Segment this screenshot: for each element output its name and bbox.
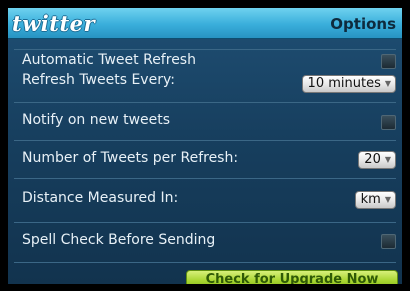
distance-label: Distance Measured In:	[22, 190, 179, 206]
chevron-down-icon: ▼	[384, 155, 391, 164]
refresh-every-label: Refresh Tweets Every:	[22, 72, 175, 88]
auto-refresh-label: Automatic Tweet Refresh	[22, 52, 196, 68]
spell-check-label: Spell Check Before Sending	[22, 232, 216, 248]
distance-value: km	[360, 192, 381, 207]
tweets-per-refresh-label: Number of Tweets per Refresh:	[22, 150, 239, 166]
divider	[14, 262, 396, 263]
divider	[14, 49, 396, 50]
spell-check-checkbox[interactable]	[381, 234, 396, 249]
options-screen: twitter Options Automatic Tweet Refresh …	[8, 8, 402, 284]
notify-label: Notify on new tweets	[22, 112, 171, 128]
divider	[14, 140, 396, 141]
divider	[14, 102, 396, 103]
tweets-per-refresh-select[interactable]: 20 ▼	[358, 151, 396, 169]
title-bar: twitter Options	[8, 8, 402, 39]
chevron-down-icon: ▼	[384, 195, 391, 204]
refresh-every-value: 10 minutes	[307, 76, 381, 91]
divider	[14, 178, 396, 179]
tweets-per-refresh-value: 20	[364, 152, 381, 167]
twitter-logo: twitter	[12, 11, 96, 36]
page-title: Options	[330, 15, 396, 33]
check-upgrade-button[interactable]: Check for Upgrade Now	[186, 270, 398, 284]
chevron-down-icon: ▼	[384, 79, 391, 88]
notify-checkbox[interactable]	[381, 115, 396, 130]
distance-select[interactable]: km ▼	[354, 191, 396, 209]
divider	[14, 222, 396, 223]
refresh-every-select[interactable]: 10 minutes ▼	[301, 75, 396, 93]
auto-refresh-checkbox[interactable]	[381, 54, 396, 69]
